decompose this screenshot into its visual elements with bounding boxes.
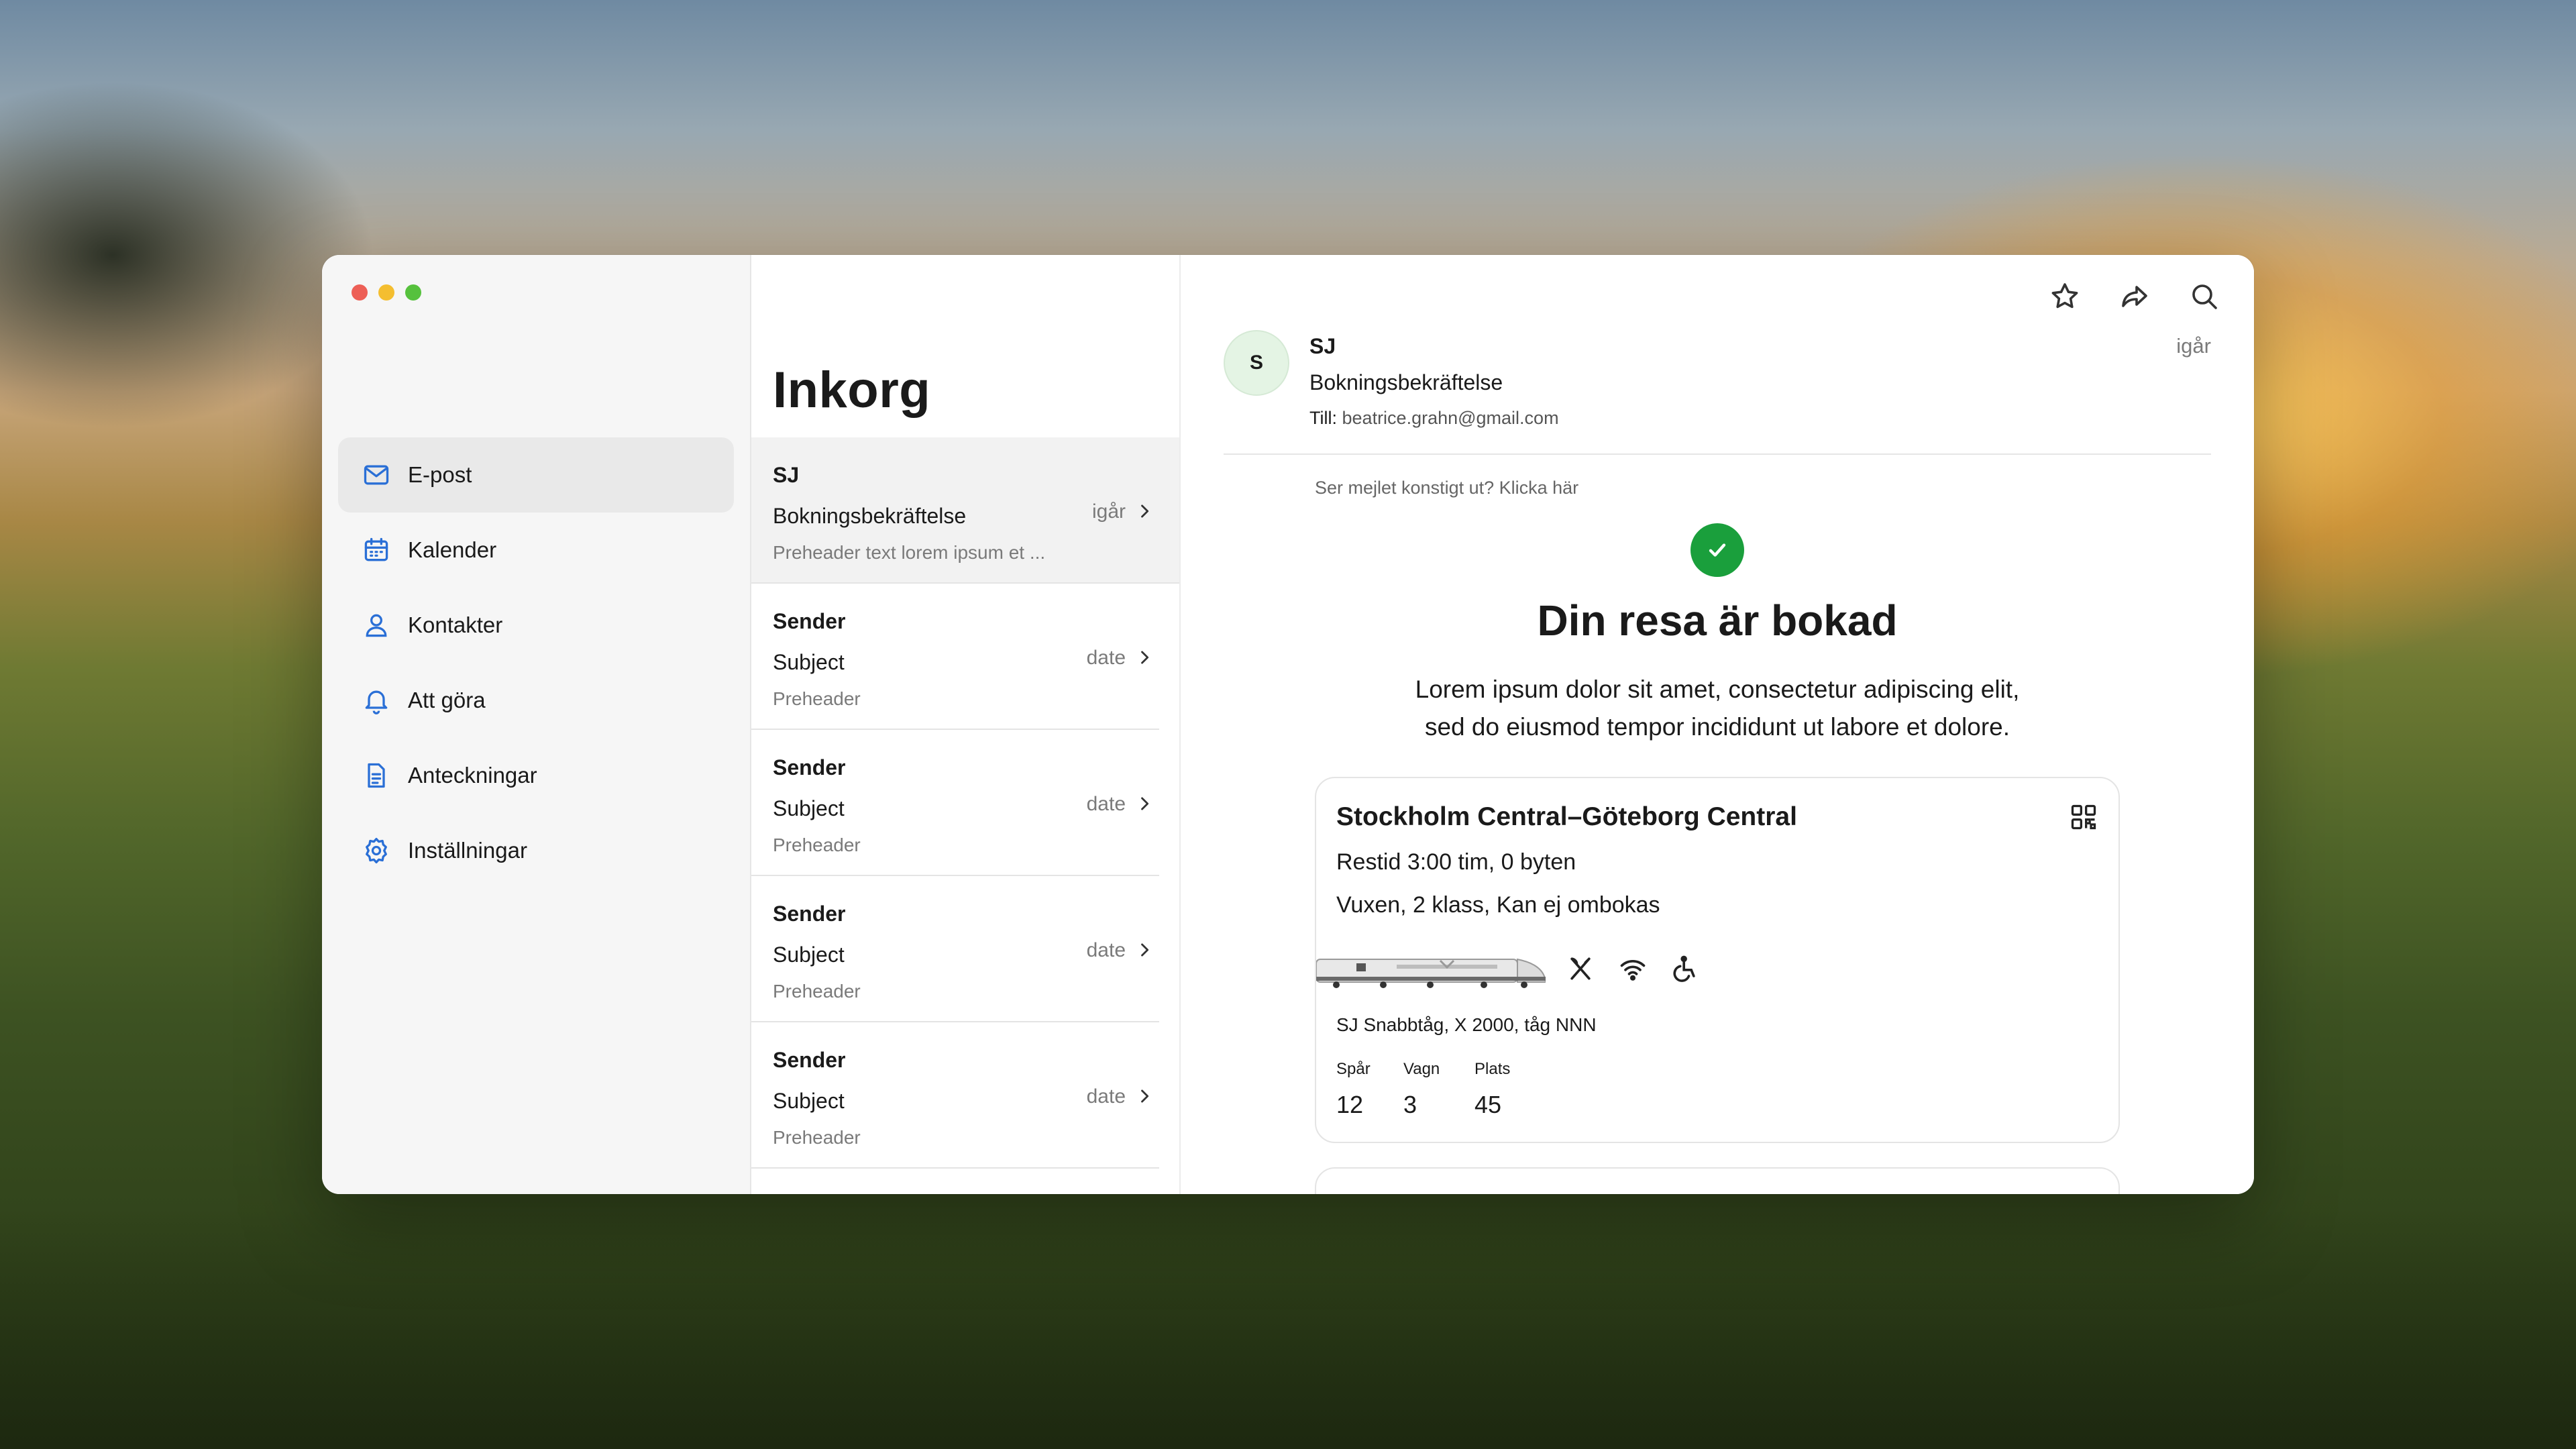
- message-rows: SJ Bokningsbekräftelse Preheader text lo…: [751, 437, 1179, 1169]
- message-row[interactable]: Sender Subject Preheader date: [751, 730, 1159, 876]
- seat-label: Plats: [1474, 1060, 1511, 1078]
- message-list: Inkorg SJ Bokningsbekräftelse Preheader …: [751, 255, 1181, 1194]
- wifi-icon: [1618, 954, 1648, 983]
- person-icon: [361, 610, 392, 641]
- close-button[interactable]: [352, 284, 368, 301]
- sidebar-item-label: Kontakter: [408, 612, 503, 637]
- message-preheader: Preheader: [773, 1127, 861, 1148]
- calendar-icon: [361, 535, 392, 566]
- message-sender: Sender: [773, 755, 846, 780]
- search-button[interactable]: [2183, 275, 2226, 318]
- background-trees: [0, 80, 376, 429]
- message-reader: S SJ Bokningsbekräftelse Till: beatrice.…: [1181, 255, 2254, 1194]
- to-address: beatrice.grahn@gmail.com: [1342, 408, 1559, 428]
- seat-label: Spår: [1336, 1060, 1371, 1078]
- share-button[interactable]: [2113, 275, 2156, 318]
- sidebar-item-notes[interactable]: Anteckningar: [338, 738, 734, 813]
- seat-track: Spår 12: [1336, 1060, 1371, 1119]
- sidebar-item-label: Kalender: [408, 537, 497, 562]
- seat-value: 3: [1403, 1091, 1417, 1118]
- email-recipient: Till: beatrice.grahn@gmail.com: [1309, 408, 1559, 429]
- message-row[interactable]: Sender Subject Preheader date: [751, 584, 1159, 730]
- train-illustration: [1316, 958, 1546, 988]
- message-row[interactable]: SJ Bokningsbekräftelse Preheader text lo…: [751, 437, 1179, 584]
- message-preheader: Preheader: [773, 835, 861, 855]
- message-preheader: Preheader text lorem ipsum et ...: [773, 542, 1046, 563]
- message-sender: Sender: [773, 902, 846, 926]
- message-date: igår: [1091, 500, 1126, 523]
- bell-icon: [361, 685, 392, 716]
- restaurant-icon: [1566, 954, 1595, 983]
- message-preheader: Preheader: [773, 688, 861, 709]
- email-lead: Lorem ipsum dolor sit amet, consectetur …: [1315, 671, 2120, 746]
- sidebar-item-label: E-post: [408, 462, 472, 487]
- sidebar-item-label: Inställningar: [408, 838, 527, 863]
- sidebar-item-settings[interactable]: Inställningar: [338, 813, 734, 888]
- sidebar-item-contacts[interactable]: Kontakter: [338, 588, 734, 663]
- qr-code-icon[interactable]: [2069, 802, 2098, 832]
- amenities: [1566, 954, 1700, 983]
- chevron-right-icon: [1141, 1089, 1149, 1103]
- seat-seat: Plats 45: [1474, 1060, 1510, 1119]
- train-info: SJ Snabbtåg, X 2000, tåg NNN: [1336, 1014, 1597, 1035]
- ticket-card-next: [1315, 1167, 2120, 1194]
- success-check-icon: [1690, 523, 1744, 577]
- sidebar-nav: E-post Kalender Kontakter Att göra Antec…: [338, 437, 734, 888]
- ticket-passenger: Vuxen, 2 klass, Kan ej ombokas: [1336, 892, 1660, 918]
- sidebar-item-label: Att göra: [408, 688, 486, 712]
- message-sender: SJ: [773, 463, 800, 487]
- chevron-right-icon: [1141, 504, 1149, 518]
- email-headline: Din resa är bokad: [1537, 596, 1898, 645]
- chevron-right-icon: [1141, 943, 1149, 957]
- message-preheader: Preheader: [773, 981, 861, 1002]
- sidebar: E-post Kalender Kontakter Att göra Antec…: [322, 255, 751, 1194]
- header-divider: [1224, 453, 2211, 455]
- background-haze: [0, 1208, 2576, 1449]
- star-icon: [2051, 283, 2078, 309]
- search-icon: [2192, 284, 2217, 309]
- ticket-card: Stockholm Central–Göteborg Central Resti…: [1315, 777, 2120, 1143]
- share-icon: [2122, 286, 2147, 307]
- chevron-right-icon: [1141, 651, 1149, 664]
- mail-window: E-post Kalender Kontakter Att göra Antec…: [322, 255, 2254, 1194]
- gear-icon: [361, 835, 392, 866]
- accessibility-icon: [1670, 954, 1700, 983]
- message-sender: Sender: [773, 609, 846, 633]
- message-date: date: [1086, 1085, 1126, 1108]
- sidebar-item-mail[interactable]: E-post: [338, 437, 734, 513]
- page-title: Inkorg: [773, 362, 931, 419]
- reader-toolbar: [2043, 275, 2226, 318]
- window-controls: [352, 284, 421, 301]
- lead-line: Lorem ipsum dolor sit amet, consectetur …: [1415, 676, 2020, 703]
- message-date: date: [1086, 939, 1126, 961]
- document-icon: [361, 760, 392, 791]
- message-date: date: [1086, 647, 1126, 669]
- zoom-button[interactable]: [405, 284, 421, 301]
- ticket-duration: Restid 3:00 tim, 0 byten: [1336, 849, 1576, 875]
- seat-value: 45: [1474, 1091, 1502, 1118]
- sidebar-item-label: Anteckningar: [408, 763, 537, 788]
- minimize-button[interactable]: [378, 284, 394, 301]
- seat-value: 12: [1336, 1091, 1364, 1118]
- email-subject: Bokningsbekräftelse: [1309, 370, 1503, 394]
- mail-icon: [361, 460, 392, 490]
- star-button[interactable]: [2043, 275, 2086, 318]
- email-sender: SJ: [1309, 334, 1336, 358]
- sidebar-item-todo[interactable]: Att göra: [338, 663, 734, 738]
- email-date: igår: [2176, 334, 2211, 358]
- seat-car: Vagn 3: [1403, 1060, 1440, 1119]
- view-in-browser-link[interactable]: Ser mejlet konstigt ut? Klicka här: [1315, 478, 1578, 498]
- message-row[interactable]: Sender Subject Preheader date: [751, 1022, 1159, 1169]
- seat-label: Vagn: [1403, 1060, 1440, 1078]
- ticket-route: Stockholm Central–Göteborg Central: [1336, 802, 1797, 831]
- to-label: Till:: [1309, 408, 1337, 428]
- message-date: date: [1086, 793, 1126, 815]
- sidebar-item-calendar[interactable]: Kalender: [338, 513, 734, 588]
- avatar: S: [1224, 330, 1289, 396]
- message-row[interactable]: Sender Subject Preheader date: [751, 876, 1159, 1022]
- lead-line: sed do eiusmod tempor incididunt ut labo…: [1424, 713, 2010, 741]
- chevron-right-icon: [1141, 797, 1149, 810]
- message-sender: Sender: [773, 1048, 846, 1072]
